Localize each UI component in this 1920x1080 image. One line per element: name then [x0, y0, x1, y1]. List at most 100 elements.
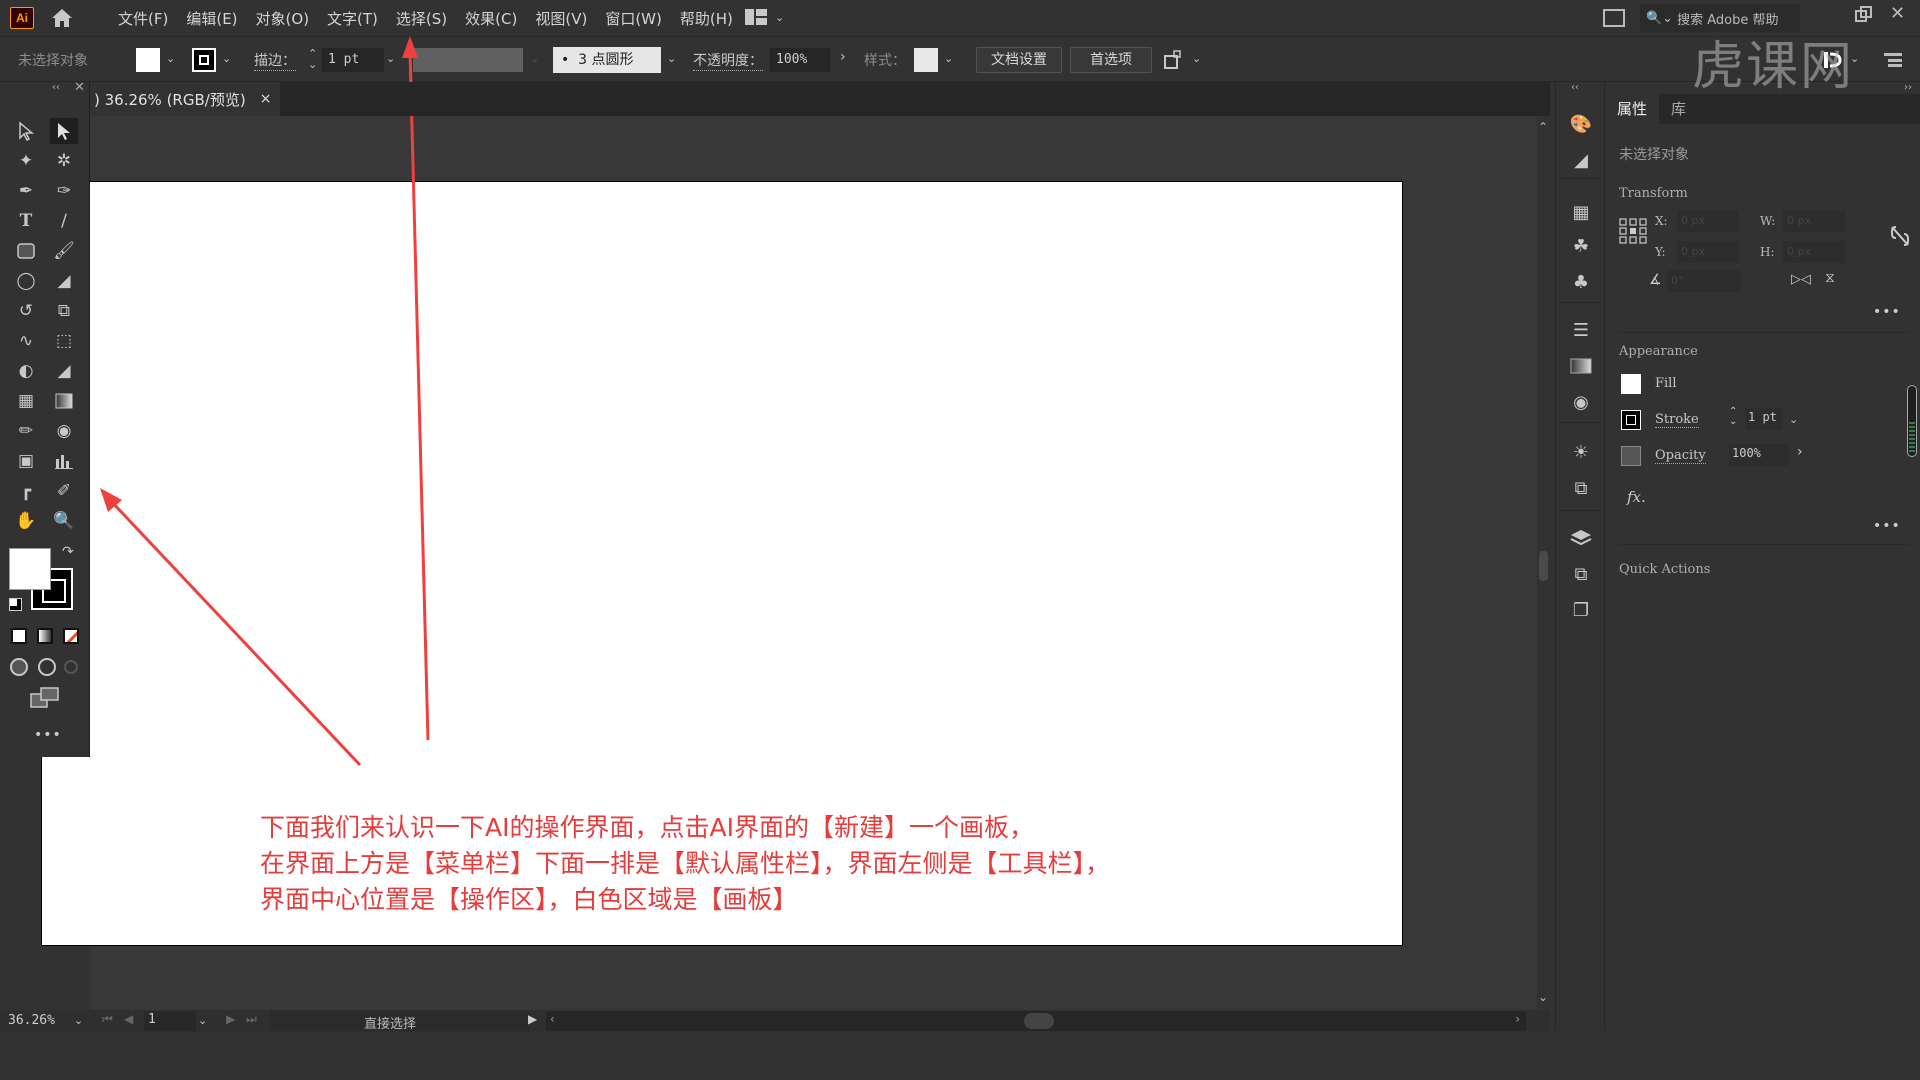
transform-more-icon[interactable]: •••	[1873, 304, 1901, 320]
opacity-icon[interactable]	[1621, 446, 1641, 466]
artboard-number-field[interactable]: 1	[144, 1011, 196, 1031]
opacity-label[interactable]: Opacity	[1655, 448, 1706, 464]
blend-tool-icon[interactable]: ◉	[50, 418, 78, 444]
slice-tool-icon[interactable]: ✐	[50, 478, 78, 504]
x-field[interactable]: 0 px	[1677, 210, 1739, 232]
reference-point-icon[interactable]	[1619, 218, 1647, 244]
fill-color-swatch[interactable]	[9, 548, 51, 590]
screen-mode-icon[interactable]	[30, 687, 60, 709]
symbol-sprayer-tool-icon[interactable]: ▣	[12, 448, 40, 474]
zoom-tool-icon[interactable]: 🔍	[50, 508, 78, 534]
zoom-dropdown-icon[interactable]: ⌄	[74, 1014, 83, 1027]
document-tab[interactable]: ) 36.26% (RGB/预览) ×	[90, 82, 280, 116]
layers-panel-icon[interactable]	[1568, 526, 1594, 550]
flip-vertical-icon[interactable]: ⧖	[1825, 270, 1835, 286]
column-graph-tool-icon[interactable]	[50, 448, 78, 474]
pen-tool-icon[interactable]: ✒	[12, 178, 40, 204]
height-field[interactable]: 0 px	[1783, 241, 1845, 263]
annotation-line: 下面我们来认识一下AI的操作界面，点击AI界面的【新建】一个画板，	[260, 813, 1034, 842]
strip-divider	[1560, 510, 1600, 511]
color-panel-icon[interactable]: 🎨	[1568, 112, 1594, 136]
appearance-fill-swatch[interactable]	[1621, 374, 1641, 394]
expand-panel-icon[interactable]: ››	[1904, 82, 1912, 93]
appearance-more-icon[interactable]: •••	[1873, 518, 1901, 534]
draw-normal-icon[interactable]	[10, 658, 28, 676]
selection-tool-icon[interactable]	[12, 118, 40, 144]
free-transform-tool-icon[interactable]: ⬚	[50, 328, 78, 354]
previous-artboard-icon[interactable]: ◀	[124, 1012, 133, 1026]
first-artboard-icon[interactable]: ⏮	[102, 1012, 113, 1027]
width-field[interactable]: 0 px	[1783, 210, 1845, 232]
stroke-weight-stepper[interactable]: ⌃ ⌄	[1729, 407, 1737, 427]
line-segment-tool-icon[interactable]: ∕	[50, 208, 78, 234]
horizontal-scrollbar[interactable]: ‹ ›	[546, 1011, 1526, 1031]
stroke-label[interactable]: Stroke	[1655, 412, 1699, 428]
close-tab-icon[interactable]: ×	[260, 91, 272, 107]
export-panel-icon[interactable]: ⧉	[1568, 562, 1594, 586]
y-field[interactable]: 0 px	[1677, 241, 1739, 263]
direct-selection-tool-icon[interactable]	[50, 118, 78, 144]
flip-horizontal-icon[interactable]: ▷◁	[1791, 272, 1811, 287]
annotation-line: 在界面上方是【菜单栏】下面一排是【默认属性栏】，界面左侧是【工具栏】，	[260, 849, 1111, 878]
next-artboard-icon[interactable]: ▶	[226, 1012, 235, 1026]
last-artboard-icon[interactable]: ⏭	[246, 1012, 257, 1027]
draw-behind-icon[interactable]	[38, 658, 56, 676]
rotate-field[interactable]: 0°	[1667, 270, 1741, 292]
gradient-panel-icon[interactable]	[1568, 354, 1594, 378]
gradient-tool-icon[interactable]	[50, 388, 78, 414]
mesh-tool-icon[interactable]: ▦	[12, 388, 40, 414]
default-colors-icon[interactable]	[9, 598, 22, 611]
tab-properties[interactable]: 属性	[1605, 94, 1660, 124]
lasso-tool-icon[interactable]: ✲	[50, 148, 78, 174]
rectangle-tool-icon[interactable]	[12, 238, 40, 264]
collapse-strip-icon[interactable]: ‹‹	[1571, 82, 1579, 93]
symbols-panel-icon[interactable]: ♣	[1568, 270, 1594, 294]
rotate-tool-icon[interactable]: ↺	[12, 298, 40, 324]
transparency-panel-icon[interactable]: ◉	[1568, 390, 1594, 414]
opacity-expand-icon[interactable]: ›	[1797, 444, 1803, 460]
paintbrush-tool-icon[interactable]: 🖌	[50, 238, 78, 264]
stroke-panel-icon[interactable]: ☰	[1568, 318, 1594, 342]
scale-tool-icon[interactable]: ⧉	[50, 298, 78, 324]
none-mode-icon[interactable]	[63, 628, 79, 644]
edit-toolbar-icon[interactable]: •••	[34, 727, 62, 743]
type-tool-icon[interactable]: T	[12, 208, 40, 234]
eraser-tool-icon[interactable]: ◢	[50, 268, 78, 294]
stroke-weight-input[interactable]: 1 pt	[1745, 408, 1783, 430]
graphic-styles-panel-icon[interactable]: ⧉	[1568, 476, 1594, 500]
stroke-weight-dropdown-icon[interactable]: ⌄	[1789, 413, 1798, 426]
appearance-panel-icon[interactable]: ☀	[1568, 440, 1594, 464]
perspective-grid-tool-icon[interactable]: ◢	[50, 358, 78, 384]
artboard-dropdown-icon[interactable]: ⌄	[198, 1014, 207, 1027]
zoom-level-field[interactable]: 36.26%	[8, 1013, 55, 1028]
scroll-right-icon[interactable]: ›	[1515, 1012, 1520, 1026]
shape-builder-tool-icon[interactable]: ◐	[12, 358, 40, 384]
swatches-panel-icon[interactable]: ▦	[1568, 200, 1594, 224]
appearance-stroke-swatch[interactable]	[1621, 410, 1641, 430]
swap-fill-stroke-icon[interactable]: ↷	[62, 544, 74, 560]
artboard-tool-icon[interactable]: ┏	[12, 478, 40, 504]
horizontal-scroll-thumb[interactable]	[1024, 1013, 1054, 1029]
warp-tool-icon[interactable]: ∿	[12, 328, 40, 354]
color-guide-icon[interactable]: ◢	[1568, 148, 1594, 172]
brushes-panel-icon[interactable]: ☘	[1568, 234, 1594, 258]
curvature-tool-icon[interactable]: ✑	[50, 178, 78, 204]
close-toolbar-icon[interactable]: ✕	[74, 80, 85, 95]
status-menu-icon[interactable]: ▶	[528, 1012, 537, 1026]
color-mode-icon[interactable]	[11, 628, 27, 644]
artboards-panel-icon[interactable]: ❐	[1568, 598, 1594, 622]
draw-inside-icon[interactable]	[64, 660, 78, 674]
magic-wand-tool-icon[interactable]: ✦	[12, 148, 40, 174]
opacity-input[interactable]: 100%	[1729, 444, 1789, 466]
scroll-left-icon[interactable]: ‹	[550, 1012, 555, 1026]
arrow-to-menubar	[408, 49, 430, 741]
gradient-mode-icon[interactable]	[37, 628, 53, 644]
eyedropper-tool-icon[interactable]: ✏	[12, 418, 40, 444]
panel-scrollbar[interactable]	[1907, 385, 1917, 457]
hand-tool-icon[interactable]: ✋	[12, 508, 40, 534]
constrain-proportions-icon[interactable]	[1889, 224, 1911, 248]
shaper-tool-icon[interactable]: ◯	[12, 268, 40, 294]
collapse-toolbar-icon[interactable]: ‹‹	[52, 82, 60, 93]
panel-scroll-thumb[interactable]	[1909, 422, 1915, 452]
add-effect-button[interactable]: fx.	[1627, 488, 1646, 506]
